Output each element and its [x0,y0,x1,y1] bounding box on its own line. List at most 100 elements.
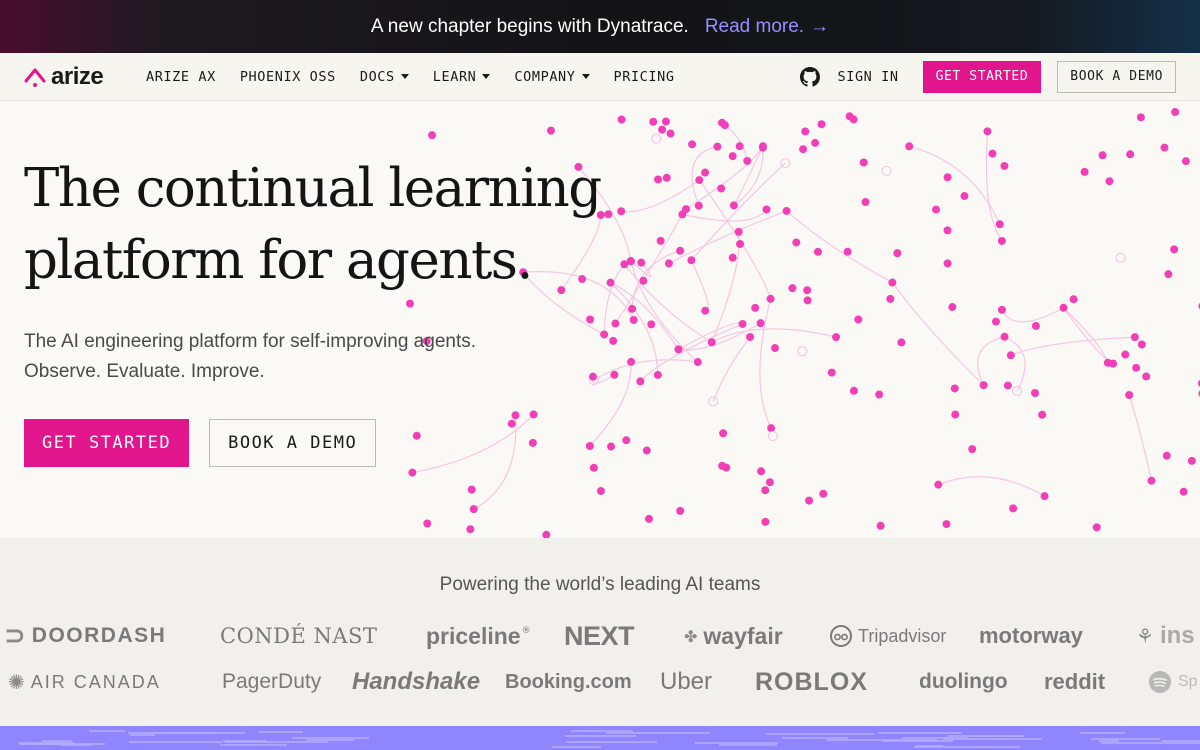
network-edge [690,259,709,312]
nav-link-learn[interactable]: LEARN [433,69,491,85]
network-node [728,253,737,262]
hero-headline-line1: The continual learning [24,158,602,219]
network-node [979,381,988,390]
network-edge [1001,307,1064,323]
network-node [428,131,437,140]
spotify-logo: Sp [1148,662,1198,702]
stripe-dash [916,745,943,747]
network-node [942,520,951,529]
network-node [849,386,858,395]
network-node [761,486,770,495]
stripe-dash [130,734,155,736]
network-node [617,115,626,124]
github-icon[interactable] [799,66,820,87]
network-node [1187,456,1196,465]
nav-link-docs[interactable]: DOCS [360,69,409,85]
arize-logo-icon [24,68,46,87]
stripe-dash [259,731,303,733]
network-node [1000,332,1009,341]
network-node [651,133,662,144]
network-node [943,259,952,268]
network-node [1130,333,1139,342]
network-node [997,305,1006,314]
reddit-wordmark: reddit [1044,669,1106,694]
network-node [546,126,555,135]
nav-book-demo-button[interactable]: BOOK A DEMO [1057,60,1176,93]
network-node [1040,492,1049,501]
hero-book-demo-button[interactable]: BOOK A DEMO [209,419,377,467]
network-node [738,319,747,328]
spotify-wordmark: Sp [1178,673,1198,690]
network-node [734,227,743,236]
network-node [988,149,997,158]
motorway-logo: motorway [979,616,1083,656]
stripe-dash [27,743,74,745]
nav-link-company[interactable]: COMPANY [514,69,590,85]
network-node [827,368,836,377]
nav-get-started-button[interactable]: GET STARTED [922,60,1042,93]
doordash-wordmark: DOORDASH [31,624,167,647]
network-node [1000,161,1009,170]
network-edge [1063,307,1114,365]
nav-link-phoenix-oss[interactable]: PHOENIX OSS [240,69,336,85]
network-node [1069,295,1078,304]
nav-actions: SIGN IN GET STARTED BOOK A DEMO [799,60,1176,93]
network-node [817,120,826,129]
instacart-wordmark: ins [1159,622,1195,649]
logos-title: Powering the world’s leading AI teams [439,574,761,595]
network-node [408,468,417,477]
network-edge [891,282,984,386]
hero-section: The continual learning platform for agen… [0,101,1200,538]
network-node [701,306,710,315]
maple-leaf-icon: ✺ [8,670,25,694]
network-node [893,249,902,258]
network-node [423,519,432,528]
network-node [1080,167,1089,176]
network-node [1137,340,1146,349]
stripe-dash [155,732,245,734]
network-node [995,220,1004,229]
network-node [729,201,738,210]
duolingo-wordmark: duolingo [919,670,1008,693]
network-node [770,344,779,353]
logo-wordmark: arize [51,62,104,90]
network-node [654,175,663,184]
network-node [1115,252,1126,263]
network-node [1132,363,1141,372]
network-node [653,370,662,379]
booking-logo: Booking.com [505,662,632,702]
network-node [1059,303,1068,312]
nav-link-pricing[interactable]: PRICING [614,69,675,85]
network-node [886,294,895,303]
read-more-label: Read more. [704,15,805,37]
network-node [875,390,884,399]
network-node [658,125,667,134]
network-node [642,446,651,455]
stripe-dash [943,738,1042,740]
arize-logo[interactable]: arize [24,63,124,91]
network-node [943,173,952,182]
caret-down-icon [400,74,409,79]
network-edge [1128,394,1153,481]
roblox-logo: ROBLOX [755,662,868,702]
network-node [688,140,697,149]
network-node [1031,389,1040,398]
roblox-wordmark: ROBLOX [755,667,868,696]
network-node [983,127,992,136]
stripe-dash [766,733,874,735]
hero-subtitle-line1: The AI engineering platform for self-imp… [24,331,477,352]
network-node [905,142,914,151]
read-more-link[interactable]: Read more. → [705,16,829,38]
network-node [766,294,775,303]
network-node [767,424,776,433]
network-node [1092,523,1101,532]
nav-link-label: ARIZE AX [146,68,216,85]
network-node [832,333,841,342]
network-node [991,317,1000,326]
pagerduty-logo: PagerDuty [222,662,321,702]
network-node [1038,410,1047,419]
sign-in-link[interactable]: SIGN IN [838,69,899,85]
nav-link-arize-ax[interactable]: ARIZE AX [146,69,216,85]
stripe-dash [1080,732,1125,734]
hero-get-started-button[interactable]: GET STARTED [24,419,190,467]
